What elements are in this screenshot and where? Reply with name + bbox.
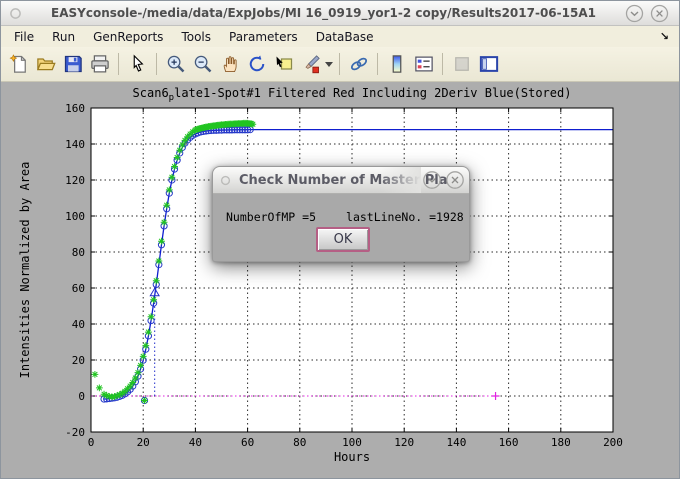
svg-text:140: 140: [65, 138, 85, 151]
last-line-no-value: lastLineNo. =1928: [346, 210, 464, 224]
app-window: EASYconsole-/media/data/ExpJobs/MI 16_09…: [0, 0, 680, 479]
svg-text:120: 120: [394, 436, 414, 449]
insert-colorbar-button[interactable]: [383, 51, 410, 78]
figure-toolbar: [1, 47, 679, 82]
menu-database[interactable]: DataBase: [307, 28, 383, 46]
toolbar-separator: [118, 53, 119, 75]
print-button[interactable]: [86, 51, 113, 78]
menubar: File Run GenReports Tools Parameters Dat…: [1, 26, 679, 47]
svg-text:40: 40: [72, 318, 85, 331]
svg-text:140: 140: [446, 436, 466, 449]
menu-tools[interactable]: Tools: [172, 28, 220, 46]
svg-text:80: 80: [293, 436, 306, 449]
window-menu-icon[interactable]: [9, 7, 22, 20]
link-plots-button[interactable]: [345, 51, 372, 78]
brush-button[interactable]: [297, 51, 324, 78]
dialog-title-fade: [379, 167, 421, 193]
open-file-button[interactable]: [32, 51, 59, 78]
dialog-titlebar[interactable]: Check Number of Master Pla: [213, 167, 469, 194]
svg-text:180: 180: [551, 436, 571, 449]
pan-hand-button[interactable]: [216, 51, 243, 78]
toolbar-separator: [442, 53, 443, 75]
toolbar-separator: [339, 53, 340, 75]
toolbar-separator: [377, 53, 378, 75]
plot-canvas: 020406080100120140160180200-200204060801…: [1, 82, 679, 478]
zoom-out-button[interactable]: [189, 51, 216, 78]
dialog-close-button[interactable]: [445, 170, 465, 194]
rotate-3d-button[interactable]: [243, 51, 270, 78]
check-master-plates-dialog: Check Number of Master Pla NumberOfMP =5…: [212, 166, 470, 262]
svg-text:60: 60: [72, 282, 85, 295]
toolbar-separator: [156, 53, 157, 75]
svg-text:20: 20: [137, 436, 150, 449]
svg-text:100: 100: [65, 210, 85, 223]
window-titlebar[interactable]: EASYconsole-/media/data/ExpJobs/MI 16_09…: [1, 1, 679, 26]
menu-file[interactable]: File: [5, 28, 43, 46]
svg-text:Hours: Hours: [334, 450, 370, 464]
new-file-button[interactable]: [5, 51, 32, 78]
brush-dropdown-button[interactable]: [324, 51, 334, 78]
dialog-menu-icon[interactable]: [220, 175, 231, 186]
menu-run[interactable]: Run: [43, 28, 84, 46]
svg-text:0: 0: [88, 436, 95, 449]
svg-text:160: 160: [65, 102, 85, 115]
svg-text:80: 80: [72, 246, 85, 259]
svg-text:200: 200: [603, 436, 623, 449]
svg-text:160: 160: [499, 436, 519, 449]
insert-legend-button[interactable]: [410, 51, 437, 78]
svg-text:0: 0: [78, 390, 85, 403]
figure-area: Scan6plate1-Spot#1 Filtered Red Includin…: [1, 82, 679, 479]
data-cursor-button[interactable]: [270, 51, 297, 78]
hide-plot-tools-button[interactable]: [448, 51, 475, 78]
svg-text:-20: -20: [65, 426, 85, 439]
svg-text:100: 100: [342, 436, 362, 449]
show-plot-tools-button[interactable]: [475, 51, 502, 78]
dock-arrow-icon[interactable]: ↘: [660, 30, 669, 43]
svg-text:40: 40: [189, 436, 202, 449]
dialog-shade-button[interactable]: [422, 170, 442, 194]
number-of-mp-value: NumberOfMP =5: [226, 210, 316, 224]
window-shade-button[interactable]: [625, 4, 644, 23]
pointer-tool-button[interactable]: [124, 51, 151, 78]
window-close-button[interactable]: [650, 4, 669, 23]
dialog-message: NumberOfMP =5 lastLineNo. =1928: [226, 210, 469, 224]
save-button[interactable]: [59, 51, 86, 78]
ok-button[interactable]: OK: [316, 227, 370, 252]
menu-parameters[interactable]: Parameters: [220, 28, 307, 46]
menu-genreports[interactable]: GenReports: [84, 28, 172, 46]
svg-text:120: 120: [65, 174, 85, 187]
svg-text:Intensities Normalized by Area: Intensities Normalized by Area: [18, 162, 32, 379]
zoom-in-button[interactable]: [162, 51, 189, 78]
svg-text:60: 60: [241, 436, 254, 449]
svg-text:20: 20: [72, 354, 85, 367]
window-title: EASYconsole-/media/data/ExpJobs/MI 16_09…: [22, 6, 625, 20]
